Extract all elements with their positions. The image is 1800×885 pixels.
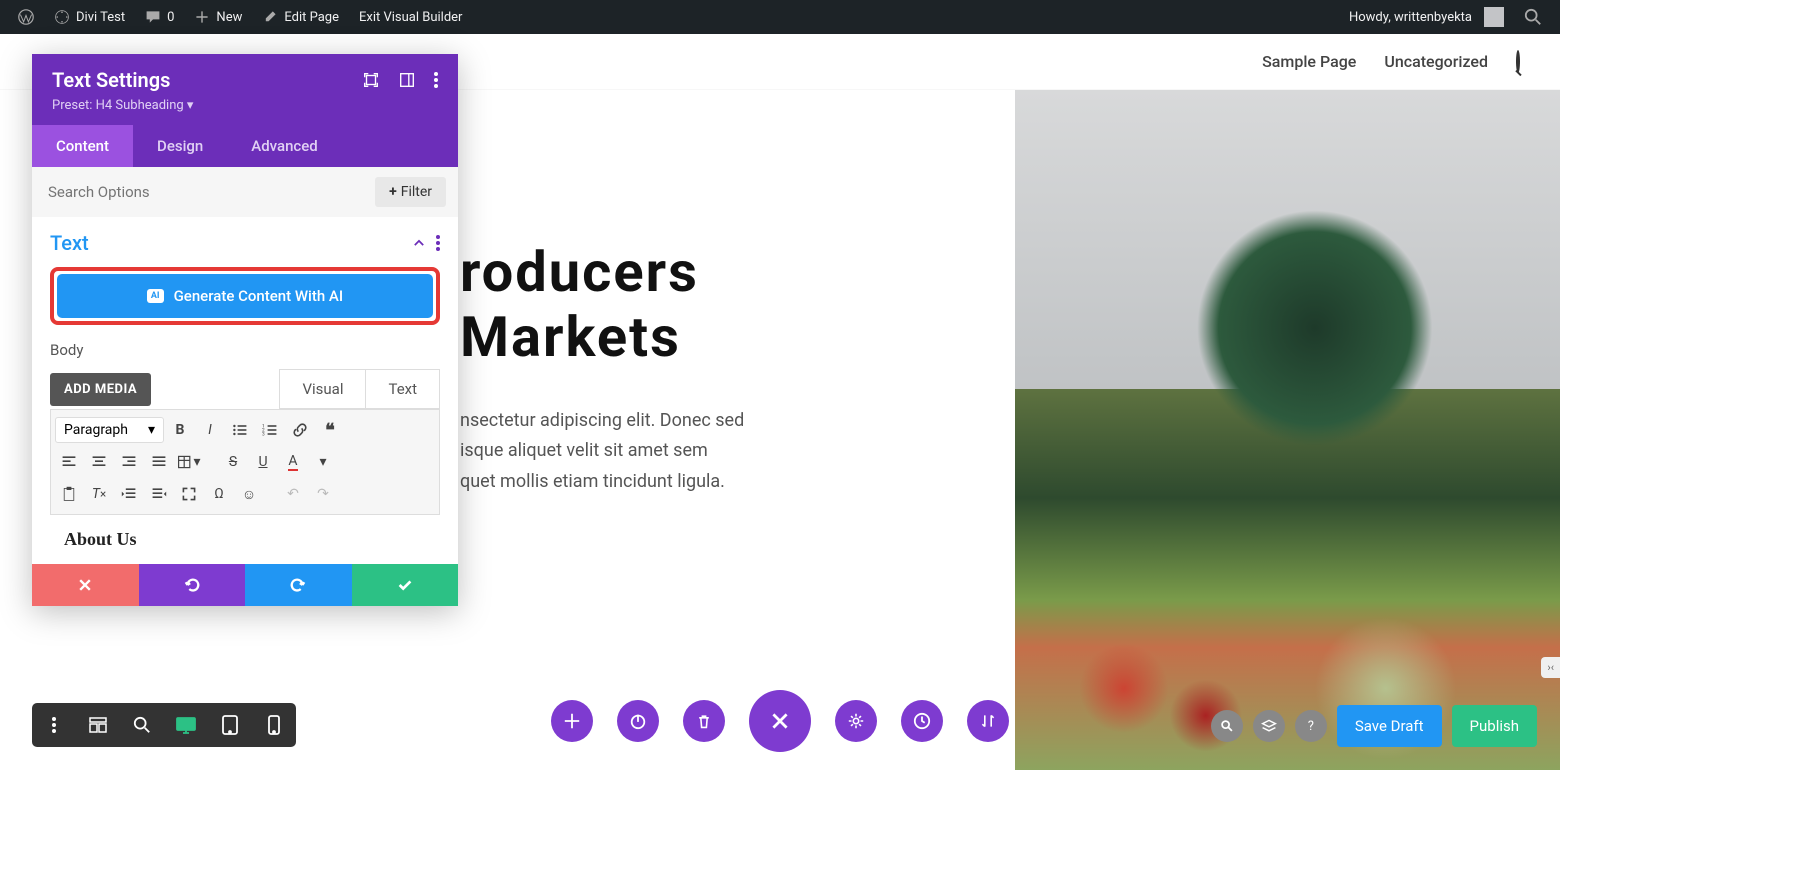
indent-icon[interactable] xyxy=(145,480,173,508)
undo-button[interactable] xyxy=(139,564,246,606)
tablet-view-icon[interactable] xyxy=(208,703,252,747)
align-left-icon[interactable] xyxy=(55,448,83,476)
help-icon[interactable]: ? xyxy=(1295,710,1327,742)
cancel-button[interactable] xyxy=(32,564,139,606)
admin-search-icon[interactable] xyxy=(1514,0,1552,34)
wp-logo[interactable] xyxy=(8,0,44,34)
link-icon[interactable] xyxy=(286,416,314,444)
quote-icon[interactable]: ❝ xyxy=(316,416,344,444)
panel-more-icon[interactable] xyxy=(434,71,438,89)
special-char-icon[interactable]: Ω xyxy=(205,480,233,508)
redo-icon[interactable]: ↷ xyxy=(309,480,337,508)
paste-icon[interactable] xyxy=(55,480,83,508)
tab-design[interactable]: Design xyxy=(133,125,227,167)
tab-advanced[interactable]: Advanced xyxy=(227,125,341,167)
nav-search-icon[interactable] xyxy=(1516,52,1520,71)
redo-button[interactable] xyxy=(245,564,352,606)
close-builder-button[interactable] xyxy=(749,690,811,752)
emoji-icon[interactable]: ☺ xyxy=(235,480,263,508)
align-right-icon[interactable] xyxy=(115,448,143,476)
expand-icon[interactable] xyxy=(362,71,380,89)
phone-view-icon[interactable] xyxy=(252,703,296,747)
body-label: Body xyxy=(50,341,440,359)
add-media-button[interactable]: ADD MEDIA xyxy=(50,373,151,406)
save-publish-bar: ? Save Draft Publish xyxy=(1211,705,1537,747)
save-draft-button[interactable]: Save Draft xyxy=(1337,705,1442,747)
filter-button[interactable]: +Filter xyxy=(375,177,446,207)
ul-icon[interactable] xyxy=(226,416,254,444)
history-icon[interactable] xyxy=(901,700,943,742)
save-button[interactable] xyxy=(352,564,459,606)
editor-tab-visual[interactable]: Visual xyxy=(279,369,365,409)
format-select[interactable]: Paragraph▾ xyxy=(55,417,164,443)
ol-icon[interactable]: 123 xyxy=(256,416,284,444)
hero-text-block: roducersMarkets nsectetur adipiscing eli… xyxy=(460,240,744,498)
sort-icon[interactable] xyxy=(967,700,1009,742)
collapse-icon[interactable] xyxy=(412,236,426,250)
panel-title: Text Settings xyxy=(52,68,170,92)
gear-icon[interactable] xyxy=(835,700,877,742)
more-toolbar-icon[interactable]: ▾ xyxy=(309,448,337,476)
bold-icon[interactable]: B xyxy=(166,416,194,444)
find-icon[interactable] xyxy=(1211,710,1243,742)
zoom-icon[interactable] xyxy=(120,703,164,747)
table-icon[interactable]: ▾ xyxy=(175,448,203,476)
svg-text:3: 3 xyxy=(262,432,265,438)
builder-action-bar xyxy=(551,690,1009,752)
undo-icon[interactable]: ↶ xyxy=(279,480,307,508)
editor-toolbar: Paragraph▾ B I 123 ❝ ▾ S U A ▾ xyxy=(50,409,440,515)
preset-dropdown[interactable]: Preset: H4 Subheading ▾ xyxy=(52,98,438,113)
ai-badge-icon: AI xyxy=(147,289,164,303)
clear-format-icon[interactable]: T× xyxy=(85,480,113,508)
outdent-icon[interactable] xyxy=(115,480,143,508)
hero-heading: roducersMarkets xyxy=(460,240,744,371)
search-options-input[interactable] xyxy=(44,177,367,207)
nav-uncategorized[interactable]: Uncategorized xyxy=(1384,52,1488,71)
snap-icon[interactable] xyxy=(398,71,416,89)
comments-link[interactable]: 0 xyxy=(135,0,184,34)
hero-paragraph: nsectetur adipiscing elit. Donec sedisqu… xyxy=(460,406,744,498)
desktop-view-icon[interactable] xyxy=(164,703,208,747)
tab-content[interactable]: Content xyxy=(32,125,133,167)
power-icon[interactable] xyxy=(617,700,659,742)
editor-body[interactable]: About Us xyxy=(50,515,440,564)
publish-button[interactable]: Publish xyxy=(1452,705,1537,747)
new-content-link[interactable]: New xyxy=(184,0,252,34)
fullscreen-icon[interactable] xyxy=(175,480,203,508)
builder-more-icon[interactable] xyxy=(32,703,76,747)
avatar xyxy=(1484,7,1504,27)
italic-icon[interactable]: I xyxy=(196,416,224,444)
section-title-text: Text xyxy=(50,231,89,255)
layers-icon[interactable] xyxy=(1253,710,1285,742)
section-more-icon[interactable] xyxy=(436,235,440,251)
howdy-account[interactable]: Howdy, writtenbyekta xyxy=(1339,0,1514,34)
ai-button-highlight: AI Generate Content With AI xyxy=(50,267,440,325)
hero-image xyxy=(1015,90,1560,770)
add-module-button[interactable] xyxy=(551,700,593,742)
trash-icon[interactable] xyxy=(683,700,725,742)
strikethrough-icon[interactable]: S xyxy=(219,448,247,476)
text-color-icon[interactable]: A xyxy=(279,448,307,476)
wireframe-icon[interactable] xyxy=(76,703,120,747)
builder-view-bar xyxy=(32,703,296,747)
panel-tabs: Content Design Advanced xyxy=(32,125,458,167)
nav-sample-page[interactable]: Sample Page xyxy=(1262,52,1356,71)
exit-visual-builder-link[interactable]: Exit Visual Builder xyxy=(349,0,472,34)
wp-admin-bar: Divi Test 0 New Edit Page Exit Visual Bu… xyxy=(0,0,1560,34)
generate-ai-button[interactable]: AI Generate Content With AI xyxy=(57,274,433,318)
text-settings-panel: Text Settings Preset: H4 Subheading ▾ Co… xyxy=(32,54,458,606)
align-justify-icon[interactable] xyxy=(145,448,173,476)
edit-page-link[interactable]: Edit Page xyxy=(252,0,349,34)
editor-tab-text[interactable]: Text xyxy=(365,369,440,409)
side-expand-tab[interactable]: ›‹ xyxy=(1541,657,1560,678)
underline-icon[interactable]: U xyxy=(249,448,277,476)
align-center-icon[interactable] xyxy=(85,448,113,476)
site-name-link[interactable]: Divi Test xyxy=(44,0,135,34)
